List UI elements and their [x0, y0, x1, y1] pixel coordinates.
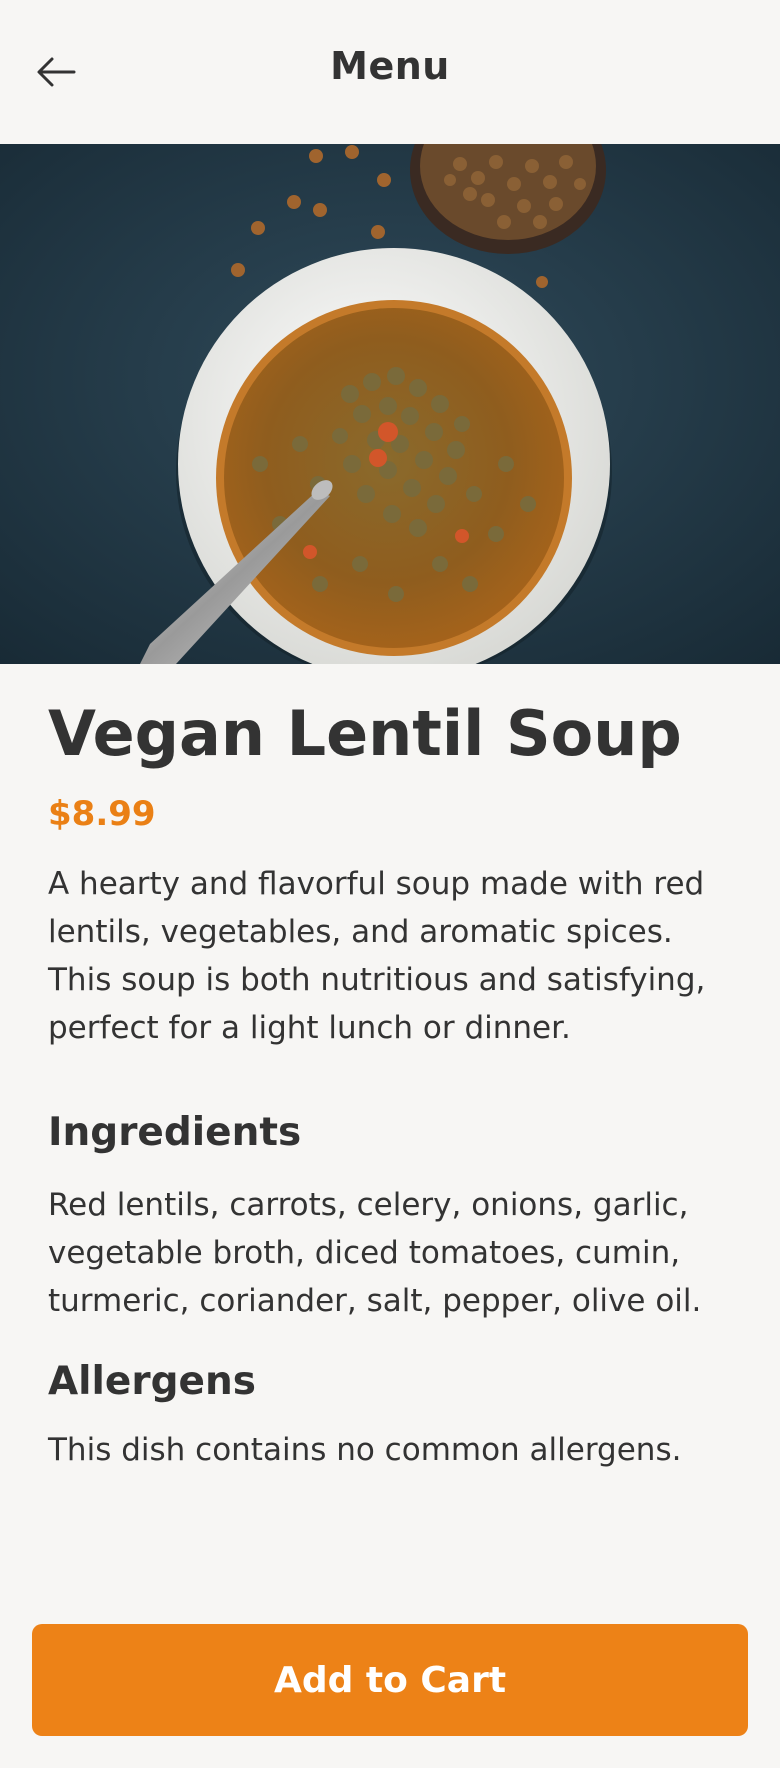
dish-name: Vegan Lentil Soup: [48, 697, 682, 770]
ingredients-heading: Ingredients: [48, 1110, 302, 1156]
dish-description: A hearty and flavorful soup made with re…: [48, 866, 706, 1047]
add-to-cart-button[interactable]: Add to Cart: [32, 1624, 748, 1736]
dish-photo: [0, 144, 780, 664]
top-bar: Menu: [0, 0, 780, 145]
dish-details: Vegan Lentil Soup $8.99 A hearty and fla…: [48, 697, 738, 1474]
page-title: Menu: [330, 44, 450, 88]
allergens-text: This dish contains no common allergens.: [48, 1432, 682, 1469]
dish-price: $8.99: [48, 794, 156, 835]
allergens-heading: Allergens: [48, 1359, 256, 1405]
ingredients-text: Red lentils, carrots, celery, onions, ga…: [48, 1187, 702, 1320]
